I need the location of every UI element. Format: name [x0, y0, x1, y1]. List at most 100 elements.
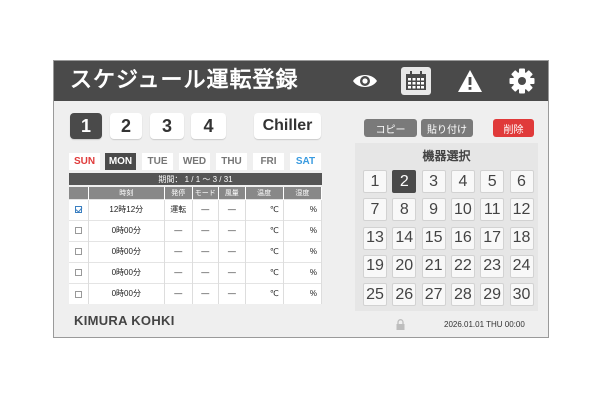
tab-1[interactable]: 1	[70, 113, 102, 139]
checkbox-cell[interactable]	[69, 240, 89, 262]
machine-button-19[interactable]: 19	[363, 254, 387, 278]
cell-hum[interactable]: %	[283, 198, 323, 220]
machine-button-24[interactable]: 24	[509, 254, 534, 278]
day-tue[interactable]: TUE	[142, 153, 173, 170]
col-temp: 温度	[245, 187, 284, 199]
checkbox-cell[interactable]	[69, 261, 89, 283]
row-checkbox[interactable]	[74, 269, 82, 277]
machine-button-9[interactable]: 9	[421, 198, 446, 222]
cell-fan[interactable]: —	[218, 198, 246, 220]
table-row[interactable]: 0時00分 — — — ℃%	[69, 282, 323, 304]
cell-fan[interactable]: —	[218, 282, 246, 304]
checkbox-cell[interactable]	[69, 282, 89, 304]
cell-onoff[interactable]: 運転	[164, 198, 193, 220]
cell-hum[interactable]: %	[283, 261, 323, 283]
machine-button-16[interactable]: 16	[450, 226, 475, 250]
row-checkbox[interactable]	[74, 227, 82, 235]
row-checkbox[interactable]	[74, 248, 82, 256]
lock-icon[interactable]	[396, 317, 405, 335]
row-checkbox[interactable]	[74, 290, 82, 298]
cell-mode[interactable]: —	[192, 198, 220, 220]
cell-time[interactable]: 0時00分	[88, 219, 165, 241]
cell-fan[interactable]: —	[218, 261, 246, 283]
machine-button-13[interactable]: 13	[363, 226, 387, 250]
cell-time[interactable]: 12時12分	[88, 198, 165, 220]
machine-button-25[interactable]: 25	[363, 283, 387, 307]
machine-button-30[interactable]: 30	[509, 283, 534, 307]
day-wed[interactable]: WED	[179, 153, 210, 170]
machine-button-1[interactable]: 1	[363, 170, 387, 193]
cell-temp[interactable]: ℃	[245, 219, 284, 241]
table-row[interactable]: 0時00分 — — — ℃%	[69, 240, 323, 262]
machine-button-21[interactable]: 21	[421, 254, 446, 278]
calendar-icon[interactable]	[401, 67, 431, 95]
table-row[interactable]: 12時12分 運転 — — ℃%	[69, 198, 323, 220]
col-time: 時刻	[88, 187, 165, 199]
cell-mode[interactable]: —	[192, 240, 220, 262]
machine-button-8[interactable]: 8	[392, 198, 417, 222]
cell-temp[interactable]: ℃	[245, 198, 284, 220]
machine-select-title: 機器選択	[422, 149, 471, 163]
cell-onoff[interactable]: —	[164, 261, 193, 283]
checkbox-cell[interactable]	[69, 219, 89, 241]
cell-hum[interactable]: %	[283, 282, 323, 304]
cell-fan[interactable]: —	[218, 240, 246, 262]
machine-button-18[interactable]: 18	[509, 226, 534, 250]
machine-button-29[interactable]: 29	[480, 283, 505, 307]
machine-button-23[interactable]: 23	[480, 254, 505, 278]
delete-button[interactable]: 削除	[493, 119, 534, 137]
cell-time[interactable]: 0時00分	[88, 282, 165, 304]
cell-temp[interactable]: ℃	[245, 240, 284, 262]
machine-button-22[interactable]: 22	[450, 254, 475, 278]
table-row[interactable]: 0時00分 — — — ℃%	[69, 219, 323, 241]
day-sat[interactable]: SAT	[290, 153, 321, 170]
cell-temp[interactable]: ℃	[245, 261, 284, 283]
paste-button[interactable]: 貼り付け	[421, 119, 473, 137]
copy-button[interactable]: コピー	[364, 119, 417, 137]
tab-chiller[interactable]: Chiller	[254, 113, 321, 139]
machine-button-11[interactable]: 11	[480, 198, 505, 222]
machine-button-5[interactable]: 5	[480, 170, 505, 193]
tab-3[interactable]: 3	[150, 113, 184, 139]
day-fri[interactable]: FRI	[253, 153, 284, 170]
eye-icon[interactable]	[350, 67, 380, 95]
cell-mode[interactable]: —	[192, 282, 220, 304]
machine-button-27[interactable]: 27	[421, 283, 446, 307]
machine-button-15[interactable]: 15	[421, 226, 446, 250]
machine-button-28[interactable]: 28	[450, 283, 475, 307]
tab-4[interactable]: 4	[191, 113, 226, 139]
cell-onoff[interactable]: —	[164, 282, 193, 304]
cell-hum[interactable]: %	[283, 219, 323, 241]
day-sun[interactable]: SUN	[69, 153, 100, 170]
machine-button-2[interactable]: 2	[392, 170, 417, 193]
col-fan: 風量	[218, 187, 246, 199]
checkbox-cell[interactable]	[69, 198, 89, 220]
cell-mode[interactable]: —	[192, 219, 220, 241]
cell-mode[interactable]: —	[192, 261, 220, 283]
row-checkbox[interactable]	[74, 206, 82, 214]
cell-temp[interactable]: ℃	[245, 282, 284, 304]
cell-fan[interactable]: —	[218, 219, 246, 241]
machine-button-20[interactable]: 20	[392, 254, 417, 278]
day-mon[interactable]: MON	[105, 153, 136, 170]
cell-time[interactable]: 0時00分	[88, 261, 165, 283]
machine-button-4[interactable]: 4	[450, 170, 475, 193]
machine-button-7[interactable]: 7	[363, 198, 387, 222]
machine-button-26[interactable]: 26	[392, 283, 417, 307]
tab-2[interactable]: 2	[110, 113, 142, 139]
warning-icon[interactable]	[455, 67, 485, 95]
cell-onoff[interactable]: —	[164, 219, 193, 241]
machine-button-3[interactable]: 3	[421, 170, 446, 193]
machine-button-14[interactable]: 14	[392, 226, 417, 250]
day-thu[interactable]: THU	[216, 153, 247, 170]
cell-hum[interactable]: %	[283, 240, 323, 262]
gear-icon[interactable]	[507, 67, 537, 95]
machine-button-12[interactable]: 12	[509, 198, 534, 222]
machine-button-17[interactable]: 17	[480, 226, 505, 250]
cell-onoff[interactable]: —	[164, 240, 193, 262]
machine-button-10[interactable]: 10	[450, 198, 475, 222]
col-check	[69, 187, 89, 199]
machine-button-6[interactable]: 6	[509, 170, 534, 193]
table-row[interactable]: 0時00分 — — — ℃%	[69, 261, 323, 283]
cell-time[interactable]: 0時00分	[88, 240, 165, 262]
